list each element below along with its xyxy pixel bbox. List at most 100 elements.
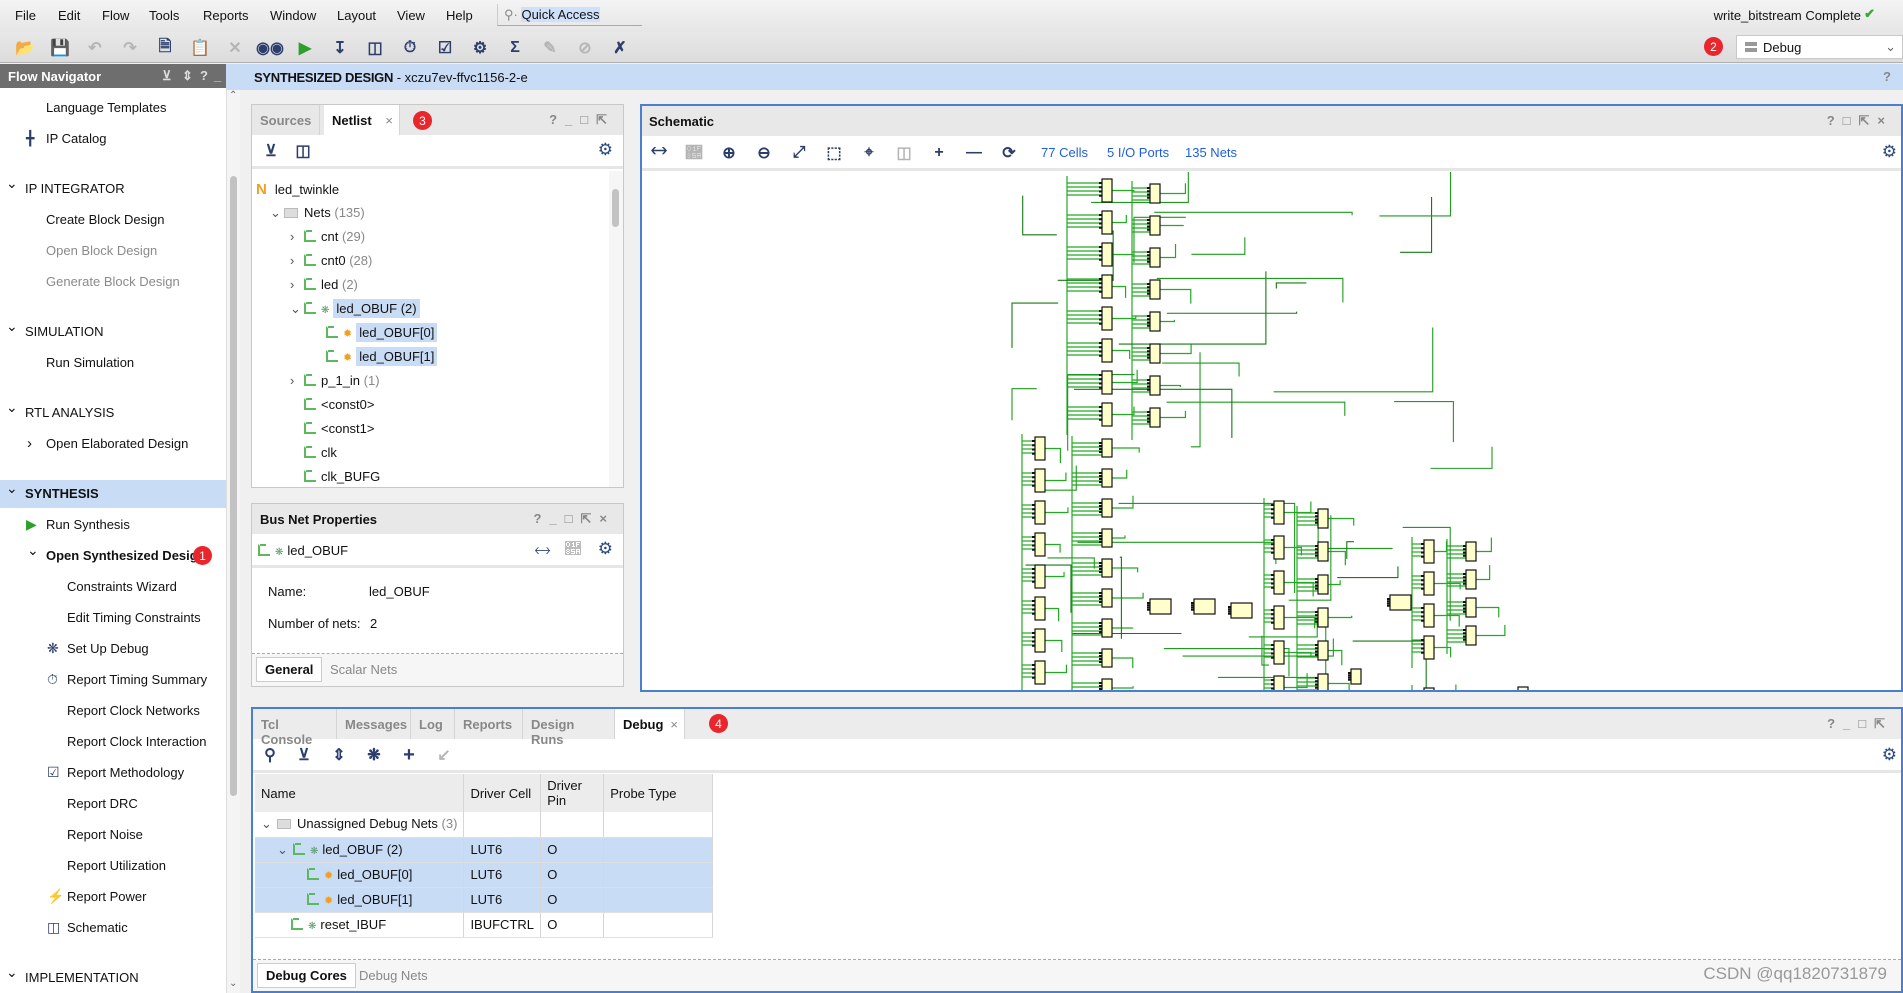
wire[interactable] <box>1400 196 1433 253</box>
flow-nav-ip-catalog[interactable]: ╋ IP Catalog <box>0 125 226 153</box>
settings-icon[interactable]: ⚙ <box>469 37 491 59</box>
wire[interactable] <box>1394 400 1454 443</box>
schematic-cell[interactable] <box>1149 407 1161 428</box>
wire[interactable] <box>1284 616 1316 629</box>
wire[interactable] <box>1284 673 1308 689</box>
schematic-cell[interactable] <box>1149 311 1161 332</box>
wire[interactable] <box>1156 277 1344 303</box>
gear-icon[interactable]: ⚙ <box>1882 745 1897 765</box>
undo-icon[interactable]: ↶ <box>84 37 106 59</box>
schematic-cell[interactable] <box>1149 598 1172 615</box>
wire[interactable] <box>1275 282 1307 289</box>
schematic-cell[interactable] <box>1101 242 1113 267</box>
wire[interactable] <box>1476 565 1491 581</box>
schematic-cell[interactable] <box>1273 605 1285 630</box>
zoom-out-icon[interactable]: ⊖ <box>753 142 775 164</box>
chevron-down-icon[interactable]: ⌄ <box>6 480 18 497</box>
wire[interactable] <box>1476 606 1500 618</box>
schematic-cell[interactable] <box>1101 588 1113 608</box>
chevron-down-icon[interactable]: ⌄ <box>6 964 18 981</box>
io-ports-count-link[interactable]: 5 I/O Ports <box>1107 145 1169 160</box>
schematic-cell[interactable] <box>1101 274 1113 299</box>
quick-access-search[interactable]: ⚲· Quick Access <box>497 4 642 26</box>
wire[interactable] <box>1328 580 1341 586</box>
help-icon[interactable]: ? <box>200 68 208 83</box>
flow-nav-report-noise[interactable]: Report Noise <box>0 821 226 849</box>
wire[interactable] <box>1284 581 1314 597</box>
schematic-icon[interactable]: ◫ <box>364 37 386 59</box>
wire[interactable] <box>1112 567 1139 573</box>
expand-icon[interactable]: ⇕ <box>182 68 193 84</box>
wire[interactable] <box>1476 624 1506 637</box>
wire[interactable] <box>1346 541 1354 559</box>
flow-nav-open-elaborated-design[interactable]: › Open Elaborated Design <box>0 430 226 458</box>
gear-icon[interactable]: ⚙ <box>1882 142 1897 162</box>
schematic-cell[interactable] <box>1230 602 1253 619</box>
panel-controls[interactable]: ?_□⇱ <box>1827 716 1893 732</box>
wire[interactable] <box>1112 285 1127 298</box>
chevron-down-icon[interactable]: ⌄ <box>6 175 18 192</box>
collapse-all-icon[interactable]: ⊻ <box>260 140 282 162</box>
wire[interactable] <box>1118 271 1267 345</box>
menu-view[interactable]: View <box>397 8 425 23</box>
gear-icon[interactable]: ⚙ <box>598 140 613 160</box>
wire[interactable] <box>1112 447 1140 453</box>
flow-nav-run-simulation[interactable]: Run Simulation <box>0 349 226 377</box>
schematic-cell[interactable] <box>1423 571 1435 596</box>
help-icon[interactable]: ? <box>1883 69 1891 84</box>
schematic-cell[interactable] <box>1101 438 1113 458</box>
flow-nav-open-block-design[interactable]: Open Block Design <box>0 237 226 265</box>
netlist-tree-item[interactable]: clk_BUFG <box>290 465 380 489</box>
netlist-tree-item[interactable]: ✹ led_OBUF[0] <box>312 321 438 345</box>
wire[interactable] <box>1191 237 1246 255</box>
scroll-up-icon[interactable]: ⌃ <box>229 90 237 101</box>
wire[interactable] <box>1112 469 1128 479</box>
flow-nav-report-utilization[interactable]: Report Utilization <box>0 852 226 880</box>
close-icon[interactable]: × <box>385 113 393 128</box>
menu-file[interactable]: File <box>15 8 36 23</box>
nets-count-link[interactable]: 135 Nets <box>1185 145 1237 160</box>
expand-icon[interactable]: + <box>928 142 950 164</box>
assign-icon[interactable]: ↙ <box>433 744 455 766</box>
schematic-cell[interactable] <box>1101 678 1113 690</box>
wire[interactable] <box>1328 682 1350 691</box>
collapse-icon[interactable]: — <box>963 142 985 164</box>
wire[interactable] <box>1045 607 1060 622</box>
chevron-down-icon[interactable]: ⌄ <box>277 842 293 858</box>
panel-controls[interactable]: ?□⇱× <box>1827 113 1893 129</box>
timer-icon[interactable]: ⏱ <box>399 37 421 59</box>
schematic-cell[interactable] <box>1517 686 1529 690</box>
minimize-icon[interactable]: _ <box>214 68 221 83</box>
schematic-cell[interactable] <box>1101 210 1113 235</box>
menu-reports[interactable]: Reports <box>203 8 249 23</box>
wire[interactable] <box>1045 543 1061 553</box>
schematic-cell[interactable] <box>1317 640 1329 661</box>
wire[interactable] <box>1112 535 1126 539</box>
wire[interactable] <box>1166 401 1346 416</box>
expand-all-icon[interactable]: ⇕ <box>328 744 350 766</box>
column-header[interactable]: Probe Type <box>603 774 713 812</box>
flow-nav-run-synthesis[interactable]: ▶ Run Synthesis <box>0 511 226 539</box>
table-row[interactable]: ✹ led_OBUF[1] LUT6 O <box>255 887 713 913</box>
flow-nav-implementation[interactable]: ⌄ IMPLEMENTATION <box>0 964 226 992</box>
copy-icon[interactable]: 🗎 <box>154 37 176 59</box>
zoom-area-icon[interactable]: ⬚ <box>823 142 845 164</box>
tab-messages[interactable]: Messages <box>337 709 411 739</box>
schematic-cell[interactable] <box>1149 343 1161 364</box>
run-icon[interactable]: ▶ <box>294 37 316 59</box>
column-header[interactable]: Driver Cell <box>463 774 542 812</box>
schematic-cell[interactable] <box>1193 598 1216 615</box>
sigma-icon[interactable]: Σ <box>504 37 526 59</box>
wire[interactable] <box>1045 639 1063 653</box>
zoom-fit-icon[interactable]: ⤢ <box>788 142 810 164</box>
forward-arrow-icon[interactable]: 🡚 <box>683 142 705 164</box>
paste-icon[interactable]: 📋 <box>189 37 211 59</box>
chevron-down-icon[interactable]: ⌄ <box>6 318 18 335</box>
back-arrow-icon[interactable]: 🡘 <box>534 540 551 567</box>
netlist-tree-item[interactable]: clk <box>290 441 337 465</box>
netlist-tree-item[interactable]: › led (2) <box>290 273 358 297</box>
schematic-cell[interactable] <box>1101 178 1113 203</box>
tab-reports[interactable]: Reports <box>455 709 523 739</box>
wire[interactable] <box>1430 446 1493 469</box>
schematic-cell[interactable] <box>1034 564 1046 589</box>
